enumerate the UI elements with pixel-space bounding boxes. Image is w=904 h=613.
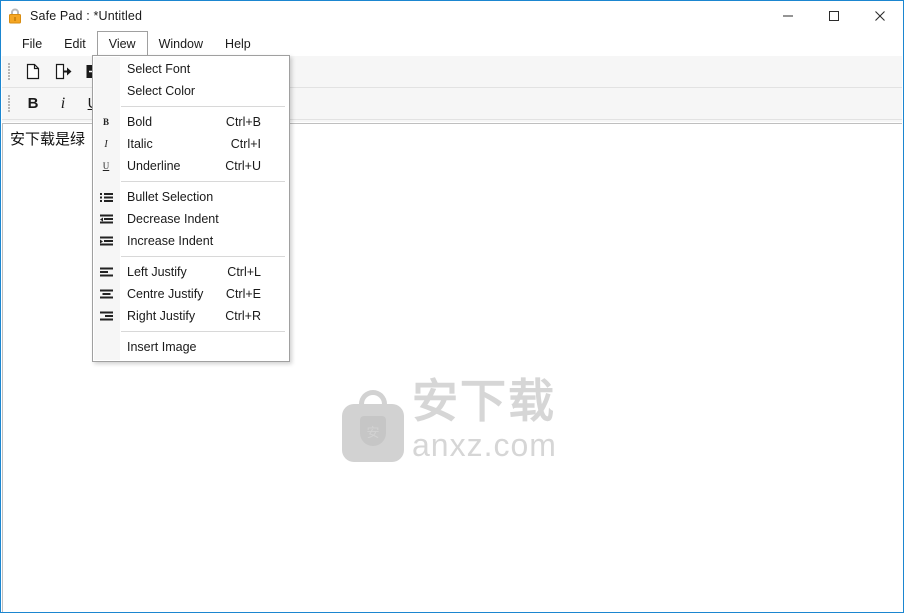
menu-tab-edit[interactable]: Edit	[53, 31, 97, 56]
menu-item-bold[interactable]: B Bold Ctrl+B	[93, 111, 289, 133]
menu-bar: File Edit View Window Help	[1, 31, 903, 57]
menu-item-label: Decrease Indent	[127, 212, 219, 226]
window-controls	[765, 1, 903, 31]
menu-item-label: Centre Justify	[127, 287, 204, 301]
menu-item-shortcut: Ctrl+I	[230, 137, 261, 151]
toolbar-gripper-format[interactable]	[5, 93, 14, 115]
watermark-bag-icon: 安	[342, 390, 404, 462]
menu-item-shortcut: Ctrl+E	[225, 287, 261, 301]
menu-item-label: Insert Image	[127, 340, 197, 354]
menu-item-left-justify[interactable]: Left Justify Ctrl+L	[93, 261, 289, 283]
maximize-button[interactable]	[811, 1, 857, 31]
menu-item-label: Left Justify	[127, 265, 187, 279]
menu-item-select-font[interactable]: Select Font	[93, 58, 289, 80]
menu-item-label: Bullet Selection	[127, 190, 214, 204]
menu-item-select-color[interactable]: Select Color	[93, 80, 289, 102]
italic-button[interactable]: i	[48, 90, 78, 118]
align-center-icon	[93, 283, 119, 305]
close-button[interactable]	[857, 1, 903, 31]
minimize-button[interactable]	[765, 1, 811, 31]
menu-item-label: Italic	[127, 137, 153, 151]
document-content: 安下载是绿	[10, 130, 86, 148]
menu-item-decrease-indent[interactable]: Decrease Indent	[93, 208, 289, 230]
menu-item-shortcut: Ctrl+R	[225, 309, 261, 323]
menu-item-shortcut: Ctrl+B	[225, 115, 261, 129]
underline-icon: U	[102, 161, 110, 171]
menu-item-shortcut: Ctrl+L	[227, 265, 261, 279]
menu-tab-help[interactable]: Help	[214, 31, 262, 56]
watermark-domain-text: anxz.com	[412, 427, 557, 463]
menu-item-insert-image[interactable]: Insert Image	[93, 336, 289, 358]
menu-item-shortcut: Ctrl+U	[225, 159, 261, 173]
window-title: Safe Pad : *Untitled	[30, 9, 143, 23]
menu-item-label: Select Color	[127, 84, 196, 98]
menu-item-label: Increase Indent	[127, 234, 214, 248]
italic-icon: I	[104, 138, 108, 150]
watermark-bag-body	[342, 404, 404, 462]
watermark-bag-handle	[359, 390, 387, 416]
view-dropdown-menu: Select Font Select Color B Bold Ctrl+B I…	[92, 55, 290, 362]
blank-icon	[93, 80, 119, 102]
menu-tab-view[interactable]: View	[96, 31, 148, 57]
document-left-border	[2, 124, 3, 612]
menu-item-label: Right Justify	[127, 309, 196, 323]
menu-item-label: Bold	[127, 115, 153, 129]
increase-indent-icon	[93, 230, 119, 252]
menu-tab-file[interactable]: File	[11, 31, 53, 56]
menu-item-label: Underline	[127, 159, 181, 173]
align-left-icon	[93, 261, 119, 283]
bullet-list-icon	[93, 186, 119, 208]
toolbar-gripper-file[interactable]	[5, 61, 14, 83]
menu-separator	[121, 181, 285, 182]
decrease-indent-icon	[93, 208, 119, 230]
menu-item-label: Select Font	[127, 62, 191, 76]
app-window: Safe Pad : *Untitled File Edit View Wind…	[0, 0, 904, 613]
menu-separator	[121, 256, 285, 257]
blank-icon	[93, 58, 119, 80]
new-file-icon[interactable]	[18, 58, 48, 86]
anxz-watermark: 安 安下载 anxz.com	[342, 376, 582, 481]
menu-item-italic[interactable]: I Italic Ctrl+I	[93, 133, 289, 155]
menu-item-bullet-selection[interactable]: Bullet Selection	[93, 186, 289, 208]
menu-separator	[121, 331, 285, 332]
watermark-shield-icon: 安	[360, 416, 386, 446]
menu-separator	[121, 106, 285, 107]
align-right-icon	[93, 305, 119, 327]
title-bar: Safe Pad : *Untitled	[1, 1, 903, 31]
open-file-icon[interactable]	[48, 58, 78, 86]
menu-tab-window[interactable]: Window	[148, 31, 214, 56]
menu-item-centre-justify[interactable]: Centre Justify Ctrl+E	[93, 283, 289, 305]
watermark-text-block: 安下载 anxz.com	[412, 376, 557, 462]
bold-button[interactable]: B	[18, 90, 48, 118]
watermark-cn-text: 安下载	[412, 374, 556, 428]
blank-icon	[93, 336, 119, 358]
menu-item-right-justify[interactable]: Right Justify Ctrl+R	[93, 305, 289, 327]
menu-item-increase-indent[interactable]: Increase Indent	[93, 230, 289, 252]
menu-item-underline[interactable]: U Underline Ctrl+U	[93, 155, 289, 177]
lock-icon	[8, 8, 22, 24]
bold-icon: B	[102, 117, 109, 127]
